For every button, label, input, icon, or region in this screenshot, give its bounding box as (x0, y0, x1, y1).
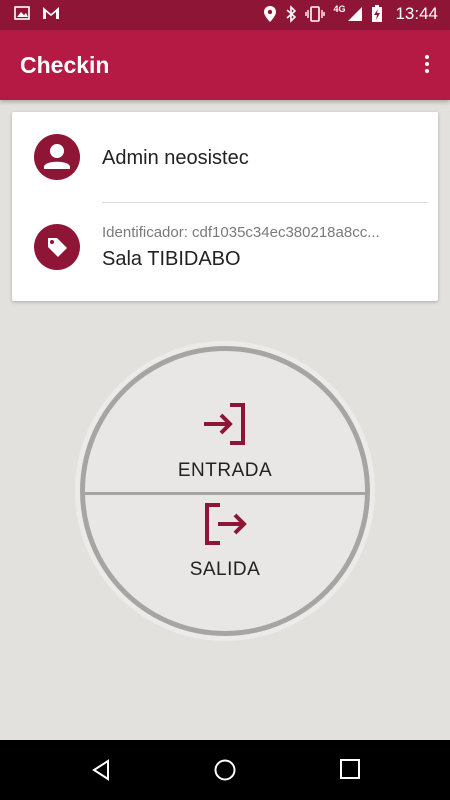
user-name: Admin neosistec (102, 147, 249, 169)
room-name: Sala TIBIDABO (102, 248, 241, 270)
tag-icon (48, 238, 67, 257)
back-icon[interactable] (89, 758, 113, 782)
clock: 13:44 (395, 4, 438, 23)
checkin-circle: ENTRADA SALIDA (80, 346, 370, 636)
network-type: 4G (333, 4, 346, 14)
login-icon (204, 403, 245, 445)
app-bar: Checkin (0, 30, 450, 100)
user-avatar (34, 134, 80, 180)
person-icon (44, 144, 70, 169)
home-icon[interactable] (213, 758, 237, 782)
gmail-icon (43, 7, 59, 19)
entry-label: ENTRADA (177, 460, 273, 481)
signal-icon (348, 7, 363, 21)
battery-charging-icon (372, 5, 383, 22)
info-card: Admin neosistec Identificador: cdf1035c3… (12, 112, 438, 301)
logout-icon (205, 503, 247, 545)
more-vert-icon[interactable] (418, 52, 436, 78)
vibrate-icon (305, 6, 326, 22)
exit-label: SALIDA (189, 559, 261, 580)
card-divider (102, 202, 428, 203)
room-identifier: Identificador: cdf1035c34ec380218a8cc... (102, 224, 380, 241)
app-title: Checkin (20, 52, 110, 78)
image-icon (14, 6, 30, 20)
bluetooth-icon (286, 5, 297, 23)
entry-button[interactable]: ENTRADA (85, 351, 365, 491)
exit-button[interactable]: SALIDA (85, 491, 365, 631)
location-icon (264, 6, 277, 22)
recents-icon[interactable] (339, 758, 361, 780)
room-avatar (34, 224, 80, 270)
status-bar: 4G 13:44 (0, 0, 450, 30)
navigation-bar (0, 740, 450, 800)
